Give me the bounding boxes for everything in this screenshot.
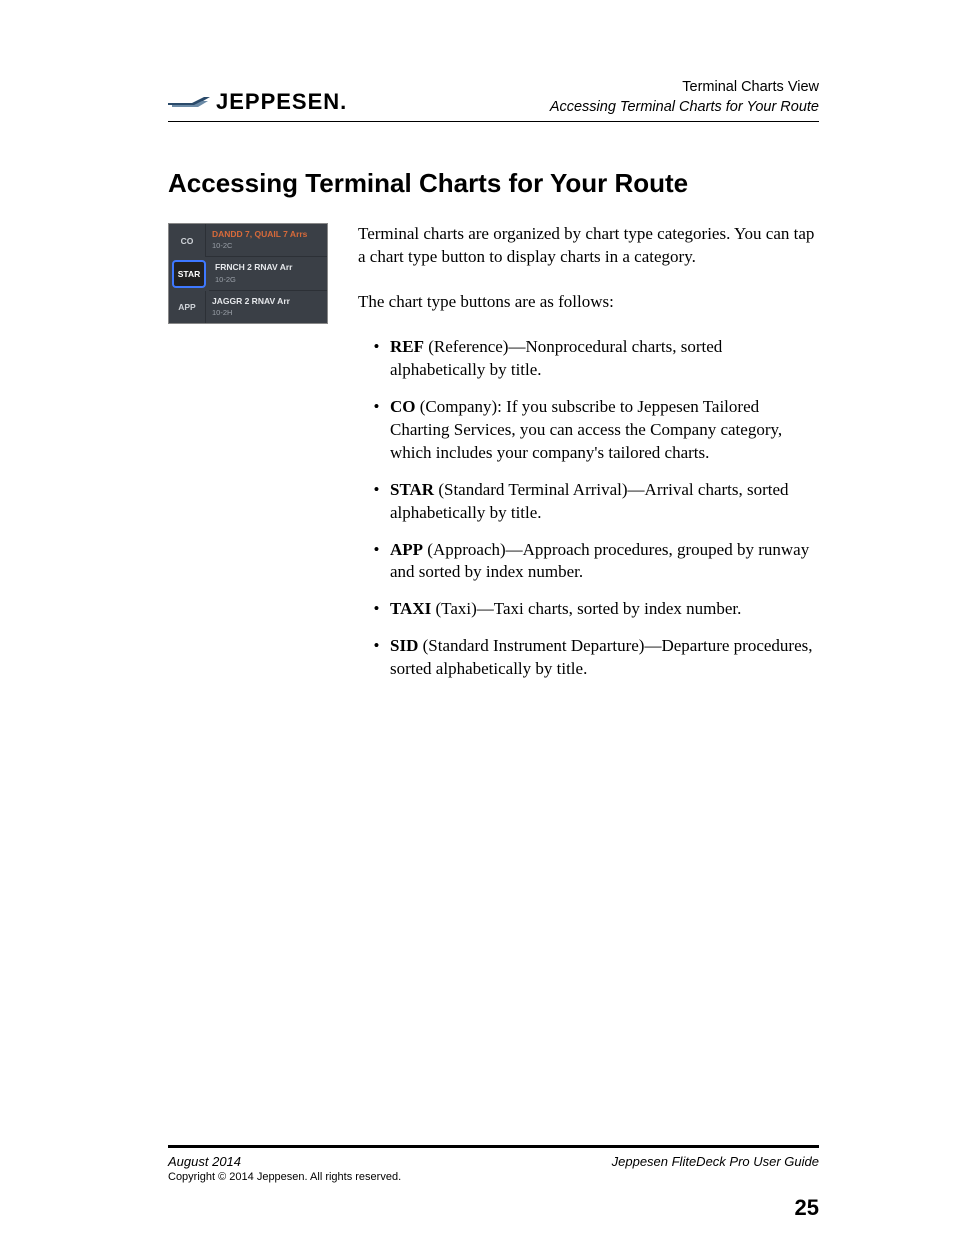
header-right: Terminal Charts View Accessing Terminal … — [550, 78, 819, 117]
chart-item-index: 10-2H — [212, 308, 321, 317]
widget-row: APP JAGGR 2 RNAV Arr 10-2H — [169, 291, 327, 323]
chart-item-title: FRNCH 2 RNAV Arr — [215, 263, 321, 272]
page-number: 25 — [795, 1195, 819, 1221]
list-item: TAXI (Taxi)—Taxi charts, sorted by index… — [388, 598, 819, 621]
logo-dot: . — [340, 89, 347, 114]
footer-row: August 2014 Copyright © 2014 Jeppesen. A… — [168, 1154, 819, 1183]
list-item[interactable]: JAGGR 2 RNAV Arr 10-2H — [206, 291, 327, 323]
item-bold: SID — [390, 636, 418, 655]
chart-item-index: 10-2G — [215, 275, 321, 284]
item-bold: CO — [390, 397, 416, 416]
item-rest: (Approach)—Approach procedures, grouped … — [390, 540, 809, 582]
header-line2: Accessing Terminal Charts for Your Route — [550, 98, 819, 118]
list-item: CO (Company): If you subscribe to Jeppes… — [388, 396, 819, 465]
wing-icon — [168, 95, 210, 109]
content-row: CO DANDD 7, QUAIL 7 Arrs 10-2C STAR FRNC… — [168, 223, 819, 695]
footer-date: August 2014 — [168, 1154, 401, 1169]
item-bold: TAXI — [390, 599, 431, 618]
chart-item-title: JAGGR 2 RNAV Arr — [212, 297, 321, 306]
chart-item-title: DANDD 7, QUAIL 7 Arrs — [212, 230, 321, 239]
chart-type-widget: CO DANDD 7, QUAIL 7 Arrs 10-2C STAR FRNC… — [168, 223, 328, 324]
item-bold: REF — [390, 337, 424, 356]
logo-text-main: JEPPESEN — [216, 89, 340, 114]
list-item: REF (Reference)—Nonprocedural charts, so… — [388, 336, 819, 382]
page: JEPPESEN. Terminal Charts View Accessing… — [0, 0, 954, 1235]
item-bold: APP — [390, 540, 423, 559]
footer-copyright: Copyright © 2014 Jeppesen. All rights re… — [168, 1171, 401, 1183]
page-footer: August 2014 Copyright © 2014 Jeppesen. A… — [168, 1145, 819, 1183]
item-rest: (Standard Instrument Departure)—Departur… — [390, 636, 813, 678]
item-rest: (Taxi)—Taxi charts, sorted by index numb… — [431, 599, 741, 618]
list-item: STAR (Standard Terminal Arrival)—Arrival… — [388, 479, 819, 525]
list-item[interactable]: DANDD 7, QUAIL 7 Arrs 10-2C — [206, 224, 327, 257]
item-rest: (Standard Terminal Arrival)—Arrival char… — [390, 480, 789, 522]
tab-star[interactable]: STAR — [172, 260, 206, 287]
intro-para-1: Terminal charts are organized by chart t… — [358, 223, 819, 269]
tab-co[interactable]: CO — [169, 224, 206, 257]
list-item[interactable]: FRNCH 2 RNAV Arr 10-2G — [209, 257, 327, 290]
item-rest: (Reference)—Nonprocedural charts, sorted… — [390, 337, 722, 379]
chart-type-list: REF (Reference)—Nonprocedural charts, so… — [358, 336, 819, 681]
header-line1: Terminal Charts View — [550, 78, 819, 98]
logo: JEPPESEN. — [168, 89, 347, 117]
item-rest: (Company): If you subscribe to Jeppesen … — [390, 397, 782, 462]
widget-row: STAR FRNCH 2 RNAV Arr 10-2G — [169, 257, 327, 290]
item-bold: STAR — [390, 480, 434, 499]
tab-app[interactable]: APP — [169, 291, 206, 323]
footer-guide: Jeppesen FliteDeck Pro User Guide — [612, 1154, 819, 1169]
footer-left: August 2014 Copyright © 2014 Jeppesen. A… — [168, 1154, 401, 1183]
widget-row: CO DANDD 7, QUAIL 7 Arrs 10-2C — [169, 224, 327, 257]
list-item: SID (Standard Instrument Departure)—Depa… — [388, 635, 819, 681]
chart-item-index: 10-2C — [212, 241, 321, 250]
list-item: APP (Approach)—Approach procedures, grou… — [388, 539, 819, 585]
section-title: Accessing Terminal Charts for Your Route — [168, 168, 819, 199]
footer-rule — [168, 1145, 819, 1148]
page-header: JEPPESEN. Terminal Charts View Accessing… — [168, 78, 819, 122]
body-column: Terminal charts are organized by chart t… — [358, 223, 819, 695]
intro-para-2: The chart type buttons are as follows: — [358, 291, 819, 314]
logo-text: JEPPESEN. — [216, 89, 347, 115]
